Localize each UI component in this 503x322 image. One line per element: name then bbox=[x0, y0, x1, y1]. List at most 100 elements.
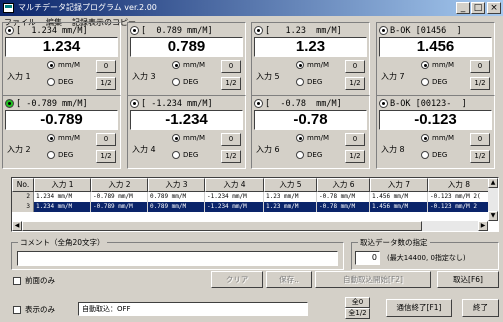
radio-icon[interactable] bbox=[296, 78, 304, 86]
scroll-thumb[interactable] bbox=[22, 221, 422, 231]
maximize-button[interactable]: □ bbox=[471, 2, 485, 14]
column-header[interactable]: 入力 7 bbox=[370, 178, 428, 192]
comment-input[interactable] bbox=[17, 251, 338, 266]
radio-icon[interactable] bbox=[421, 61, 429, 69]
column-header[interactable]: No. bbox=[12, 178, 34, 192]
half-button[interactable]: 1/2 bbox=[470, 150, 490, 163]
zero-button[interactable]: 0 bbox=[96, 133, 116, 146]
zero-button[interactable]: 0 bbox=[221, 133, 241, 146]
unit-deg-option[interactable]: DEG bbox=[296, 78, 322, 86]
channel-select-radio[interactable] bbox=[254, 99, 263, 108]
radio-icon[interactable] bbox=[296, 134, 304, 142]
unit-deg-label: DEG bbox=[183, 151, 199, 159]
unit-deg-option[interactable]: DEG bbox=[296, 151, 322, 159]
radio-icon[interactable] bbox=[172, 134, 180, 142]
capture-count-input[interactable]: 0 bbox=[355, 251, 380, 265]
table-row[interactable]: 2 1.234 mm/M -0.789 mm/M 0.789 mm/M -1.234 m… bbox=[12, 192, 490, 202]
unit-deg-option[interactable]: DEG bbox=[172, 78, 198, 86]
unit-mm-label: mm/M bbox=[58, 134, 81, 142]
unit-mm-option[interactable]: mm/M bbox=[296, 61, 329, 69]
unit-deg-option[interactable]: DEG bbox=[421, 151, 447, 159]
column-header[interactable]: 入力 5 bbox=[264, 178, 317, 192]
unit-mm-option[interactable]: mm/M bbox=[172, 61, 205, 69]
radio-icon[interactable] bbox=[421, 134, 429, 142]
scroll-left-icon[interactable]: ◀ bbox=[12, 221, 22, 231]
display-only-checkbox[interactable]: 表示のみ bbox=[13, 304, 55, 315]
channel-select-radio[interactable] bbox=[130, 26, 139, 35]
data-table[interactable]: No. 入力 1 入力 2 入力 3 入力 4 入力 5 入力 6 入力 7 入力 8 2 1.2… bbox=[11, 177, 499, 232]
half-button[interactable]: 1/2 bbox=[221, 77, 241, 90]
radio-icon[interactable] bbox=[47, 78, 55, 86]
comm-end-button[interactable]: 通信終了[F1] bbox=[386, 299, 452, 317]
zero-button[interactable]: 0 bbox=[345, 60, 365, 73]
scroll-down-icon[interactable]: ▼ bbox=[488, 211, 498, 221]
half-button[interactable]: 1/2 bbox=[96, 77, 116, 90]
radio-icon[interactable] bbox=[47, 134, 55, 142]
zero-button[interactable]: 0 bbox=[345, 133, 365, 146]
close-button[interactable]: × bbox=[487, 2, 501, 14]
radio-icon[interactable] bbox=[172, 78, 180, 86]
unit-mm-option[interactable]: mm/M bbox=[47, 61, 80, 69]
column-header[interactable]: 入力 4 bbox=[205, 178, 264, 192]
radio-icon[interactable] bbox=[172, 151, 180, 159]
half-button[interactable]: 1/2 bbox=[221, 150, 241, 163]
zero-button[interactable]: 0 bbox=[470, 60, 490, 73]
half-button[interactable]: 1/2 bbox=[345, 77, 365, 90]
unit-deg-option[interactable]: DEG bbox=[47, 151, 73, 159]
radio-icon[interactable] bbox=[296, 61, 304, 69]
unit-mm-option[interactable]: mm/M bbox=[172, 134, 205, 142]
channel-select-radio[interactable] bbox=[130, 99, 139, 108]
unit-deg-option[interactable]: DEG bbox=[47, 78, 73, 86]
column-header[interactable]: 入力 2 bbox=[91, 178, 148, 192]
all-half-button[interactable]: 全1/2 bbox=[345, 308, 370, 319]
vertical-scrollbar[interactable]: ▲ ▼ bbox=[488, 178, 498, 221]
clear-button[interactable]: クリア bbox=[211, 271, 263, 288]
minimize-button[interactable]: _ bbox=[456, 2, 470, 14]
capture-button[interactable]: 取込[F6] bbox=[437, 271, 499, 288]
channel-select-radio[interactable] bbox=[379, 26, 388, 35]
channel-header-text: [ -0.78 mm/M] bbox=[265, 98, 342, 109]
radio-icon[interactable] bbox=[47, 151, 55, 159]
scroll-up-icon[interactable]: ▲ bbox=[488, 178, 498, 188]
save-button[interactable]: 保存.. bbox=[266, 271, 312, 288]
radio-icon[interactable] bbox=[296, 151, 304, 159]
channel-select-radio[interactable] bbox=[254, 26, 263, 35]
zero-button[interactable]: 0 bbox=[470, 133, 490, 146]
channel-header: B-OK [00123- ] bbox=[379, 97, 492, 110]
checkbox-icon[interactable] bbox=[13, 276, 21, 285]
radio-icon[interactable] bbox=[421, 78, 429, 86]
table-row[interactable]: 3 1.234 mm/M -0.789 mm/M 0.789 mm/M -1.234 m… bbox=[12, 202, 490, 212]
column-header[interactable]: 入力 3 bbox=[148, 178, 205, 192]
app-icon[interactable] bbox=[3, 3, 14, 13]
auto-capture-start-button[interactable]: 自動取込開始[F2] bbox=[315, 271, 431, 288]
unit-mm-option[interactable]: mm/M bbox=[296, 134, 329, 142]
front-only-checkbox[interactable]: 前面のみ bbox=[13, 275, 55, 286]
column-header[interactable]: 入力 8 bbox=[428, 178, 490, 192]
all-zero-button[interactable]: 全0 bbox=[345, 297, 370, 308]
half-button[interactable]: 1/2 bbox=[96, 150, 116, 163]
channel-select-radio[interactable] bbox=[379, 99, 388, 108]
unit-deg-option[interactable]: DEG bbox=[421, 78, 447, 86]
zero-button[interactable]: 0 bbox=[221, 60, 241, 73]
zero-button[interactable]: 0 bbox=[96, 60, 116, 73]
radio-icon[interactable] bbox=[421, 151, 429, 159]
radio-icon[interactable] bbox=[172, 61, 180, 69]
channel-input-label: 入力 6 bbox=[256, 145, 280, 154]
channel-header-text: [ 0.789 mm/M] bbox=[141, 25, 213, 36]
horizontal-scrollbar[interactable]: ◀ ▶ bbox=[12, 221, 488, 231]
unit-deg-option[interactable]: DEG bbox=[172, 151, 198, 159]
checkbox-icon[interactable] bbox=[13, 305, 21, 314]
exit-button[interactable]: 終了 bbox=[462, 299, 499, 317]
unit-mm-option[interactable]: mm/M bbox=[421, 61, 454, 69]
channel-select-radio[interactable] bbox=[5, 99, 14, 108]
channel-select-radio[interactable] bbox=[5, 26, 14, 35]
half-button[interactable]: 1/2 bbox=[345, 150, 365, 163]
column-header[interactable]: 入力 1 bbox=[34, 178, 91, 192]
column-header[interactable]: 入力 6 bbox=[317, 178, 370, 192]
channel-panel: [ 1.23 mm/M] 1.23 入力 5 mm/M DEG 0 1/2 bbox=[251, 22, 370, 96]
unit-mm-option[interactable]: mm/M bbox=[47, 134, 80, 142]
half-button[interactable]: 1/2 bbox=[470, 77, 490, 90]
unit-mm-option[interactable]: mm/M bbox=[421, 134, 454, 142]
scroll-right-icon[interactable]: ▶ bbox=[478, 221, 488, 231]
radio-icon[interactable] bbox=[47, 61, 55, 69]
